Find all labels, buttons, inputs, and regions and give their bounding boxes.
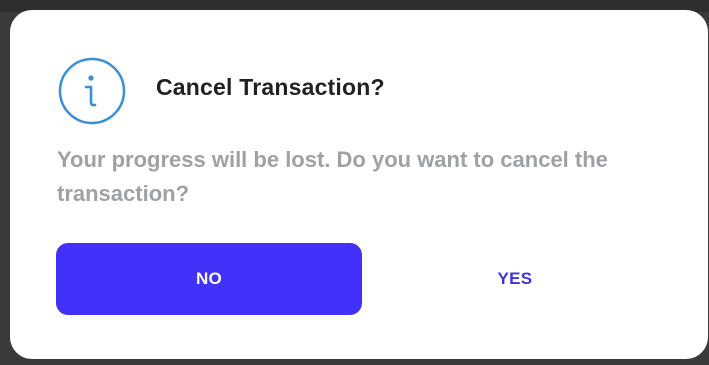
dialog-message: Your progress will be lost. Do you want … xyxy=(57,147,608,206)
no-button[interactable]: NO xyxy=(56,243,362,315)
cancel-transaction-dialog: Cancel Transaction? Your progress will b… xyxy=(10,10,708,359)
dialog-title: Cancel Transaction? xyxy=(156,74,385,100)
yes-button[interactable]: YES xyxy=(362,243,668,315)
info-icon xyxy=(57,56,127,126)
